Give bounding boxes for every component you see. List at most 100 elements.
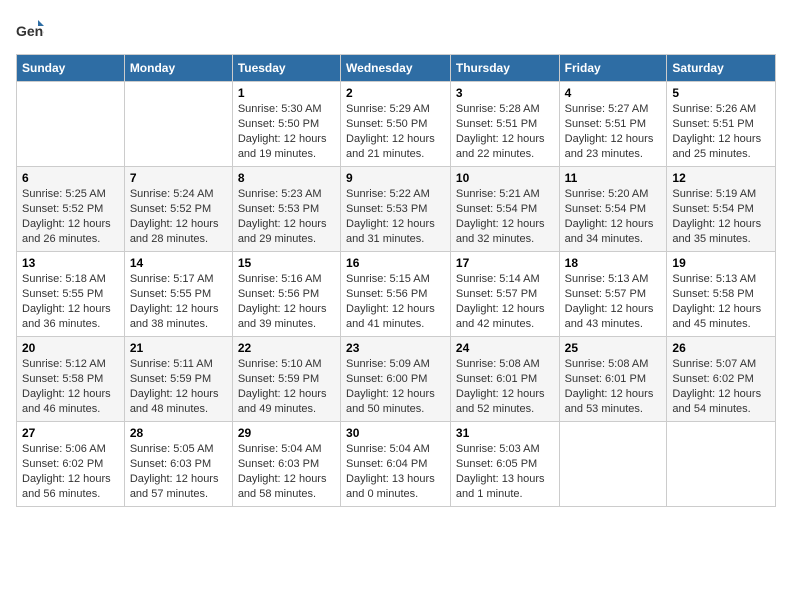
week-row-2: 6 Sunrise: 5:25 AM Sunset: 5:52 PM Daylig…	[17, 167, 776, 252]
day-info: Sunrise: 5:21 AM Sunset: 5:54 PM Dayligh…	[456, 187, 554, 246]
calendar-table: SundayMondayTuesdayWednesdayThursdayFrid…	[16, 54, 776, 507]
day-cell: 12Sunrise: 5:19 AM Sunset: 5:54 PM Dayli…	[667, 167, 776, 252]
day-cell: 27 Sunrise: 5:06 AM Sunset: 6:02 PM Dayli…	[17, 422, 125, 507]
day-info: Sunrise: 5:06 AM Sunset: 6:02 PM Dayligh…	[22, 442, 119, 501]
logo-icon: General	[16, 16, 44, 44]
day-number: 10	[456, 171, 554, 185]
day-cell: 24 Sunrise: 5:08 AM Sunset: 6:01 PM Dayli…	[450, 337, 559, 422]
day-info: Sunrise: 5:16 AM Sunset: 5:56 PM Dayligh…	[238, 272, 335, 331]
day-info: Sunrise: 5:13 AM Sunset: 5:58 PM Dayligh…	[672, 272, 770, 331]
day-info: Sunrise: 5:07 AM Sunset: 6:02 PM Dayligh…	[672, 357, 770, 416]
day-info: Sunrise: 5:14 AM Sunset: 5:57 PM Dayligh…	[456, 272, 554, 331]
day-cell: 23 Sunrise: 5:09 AM Sunset: 6:00 PM Dayli…	[341, 337, 451, 422]
day-cell	[17, 82, 125, 167]
day-number: 21	[130, 341, 227, 355]
day-number: 5	[672, 86, 770, 100]
day-number: 9	[346, 171, 445, 185]
day-cell: 11 Sunrise: 5:20 AM Sunset: 5:54 PM Dayli…	[559, 167, 667, 252]
day-cell: 15 Sunrise: 5:16 AM Sunset: 5:56 PM Dayli…	[232, 252, 340, 337]
day-number: 20	[22, 341, 119, 355]
day-cell: 4 Sunrise: 5:27 AM Sunset: 5:51 PM Daylig…	[559, 82, 667, 167]
day-number: 17	[456, 256, 554, 270]
day-info: Sunrise: 5:25 AM Sunset: 5:52 PM Dayligh…	[22, 187, 119, 246]
day-cell	[667, 422, 776, 507]
week-row-4: 20 Sunrise: 5:12 AM Sunset: 5:58 PM Dayli…	[17, 337, 776, 422]
day-info: Sunrise: 5:20 AM Sunset: 5:54 PM Dayligh…	[565, 187, 662, 246]
page-header: General	[16, 16, 776, 44]
day-number: 27	[22, 426, 119, 440]
day-info: Sunrise: 5:18 AM Sunset: 5:55 PM Dayligh…	[22, 272, 119, 331]
day-info: Sunrise: 5:04 AM Sunset: 6:03 PM Dayligh…	[238, 442, 335, 501]
day-cell: 2 Sunrise: 5:29 AM Sunset: 5:50 PM Daylig…	[341, 82, 451, 167]
day-number: 28	[130, 426, 227, 440]
day-cell: 3Sunrise: 5:28 AM Sunset: 5:51 PM Daylig…	[450, 82, 559, 167]
day-number: 2	[346, 86, 445, 100]
day-number: 7	[130, 171, 227, 185]
day-number: 1	[238, 86, 335, 100]
day-cell: 18 Sunrise: 5:13 AM Sunset: 5:57 PM Dayli…	[559, 252, 667, 337]
day-number: 25	[565, 341, 662, 355]
day-number: 23	[346, 341, 445, 355]
day-number: 16	[346, 256, 445, 270]
day-cell: 13 Sunrise: 5:18 AM Sunset: 5:55 PM Dayli…	[17, 252, 125, 337]
day-info: Sunrise: 5:22 AM Sunset: 5:53 PM Dayligh…	[346, 187, 445, 246]
day-number: 14	[130, 256, 227, 270]
day-info: Sunrise: 5:28 AM Sunset: 5:51 PM Dayligh…	[456, 102, 554, 161]
day-info: Sunrise: 5:30 AM Sunset: 5:50 PM Dayligh…	[238, 102, 335, 161]
day-cell: 29 Sunrise: 5:04 AM Sunset: 6:03 PM Dayli…	[232, 422, 340, 507]
day-cell: 8Sunrise: 5:23 AM Sunset: 5:53 PM Daylig…	[232, 167, 340, 252]
logo: General	[16, 16, 46, 44]
day-number: 18	[565, 256, 662, 270]
header-thursday: Thursday	[450, 55, 559, 82]
day-info: Sunrise: 5:11 AM Sunset: 5:59 PM Dayligh…	[130, 357, 227, 416]
day-info: Sunrise: 5:27 AM Sunset: 5:51 PM Dayligh…	[565, 102, 662, 161]
day-cell	[124, 82, 232, 167]
day-cell: 28 Sunrise: 5:05 AM Sunset: 6:03 PM Dayli…	[124, 422, 232, 507]
day-info: Sunrise: 5:05 AM Sunset: 6:03 PM Dayligh…	[130, 442, 227, 501]
header-sunday: Sunday	[17, 55, 125, 82]
day-info: Sunrise: 5:09 AM Sunset: 6:00 PM Dayligh…	[346, 357, 445, 416]
day-number: 4	[565, 86, 662, 100]
day-number: 11	[565, 171, 662, 185]
day-number: 26	[672, 341, 770, 355]
day-cell: 10 Sunrise: 5:21 AM Sunset: 5:54 PM Dayli…	[450, 167, 559, 252]
day-number: 24	[456, 341, 554, 355]
day-info: Sunrise: 5:24 AM Sunset: 5:52 PM Dayligh…	[130, 187, 227, 246]
week-row-3: 13 Sunrise: 5:18 AM Sunset: 5:55 PM Dayli…	[17, 252, 776, 337]
day-number: 29	[238, 426, 335, 440]
day-cell: 17 Sunrise: 5:14 AM Sunset: 5:57 PM Dayli…	[450, 252, 559, 337]
day-info: Sunrise: 5:08 AM Sunset: 6:01 PM Dayligh…	[565, 357, 662, 416]
day-number: 30	[346, 426, 445, 440]
day-info: Sunrise: 5:04 AM Sunset: 6:04 PM Dayligh…	[346, 442, 445, 501]
day-info: Sunrise: 5:08 AM Sunset: 6:01 PM Dayligh…	[456, 357, 554, 416]
header-saturday: Saturday	[667, 55, 776, 82]
day-cell: 7 Sunrise: 5:24 AM Sunset: 5:52 PM Daylig…	[124, 167, 232, 252]
day-info: Sunrise: 5:10 AM Sunset: 5:59 PM Dayligh…	[238, 357, 335, 416]
day-number: 8	[238, 171, 335, 185]
day-info: Sunrise: 5:13 AM Sunset: 5:57 PM Dayligh…	[565, 272, 662, 331]
week-row-1: 1 Sunrise: 5:30 AM Sunset: 5:50 PM Daylig…	[17, 82, 776, 167]
header-row: SundayMondayTuesdayWednesdayThursdayFrid…	[17, 55, 776, 82]
day-cell: 5Sunrise: 5:26 AM Sunset: 5:51 PM Daylig…	[667, 82, 776, 167]
day-number: 19	[672, 256, 770, 270]
day-cell: 22 Sunrise: 5:10 AM Sunset: 5:59 PM Dayli…	[232, 337, 340, 422]
day-number: 31	[456, 426, 554, 440]
day-info: Sunrise: 5:12 AM Sunset: 5:58 PM Dayligh…	[22, 357, 119, 416]
day-number: 12	[672, 171, 770, 185]
day-cell: 31Sunrise: 5:03 AM Sunset: 6:05 PM Dayli…	[450, 422, 559, 507]
header-monday: Monday	[124, 55, 232, 82]
day-cell: 25 Sunrise: 5:08 AM Sunset: 6:01 PM Dayli…	[559, 337, 667, 422]
day-info: Sunrise: 5:17 AM Sunset: 5:55 PM Dayligh…	[130, 272, 227, 331]
day-number: 13	[22, 256, 119, 270]
day-number: 6	[22, 171, 119, 185]
calendar-body: 1 Sunrise: 5:30 AM Sunset: 5:50 PM Daylig…	[17, 82, 776, 507]
day-cell: 26 Sunrise: 5:07 AM Sunset: 6:02 PM Dayli…	[667, 337, 776, 422]
day-cell: 16Sunrise: 5:15 AM Sunset: 5:56 PM Dayli…	[341, 252, 451, 337]
header-wednesday: Wednesday	[341, 55, 451, 82]
day-cell: 30 Sunrise: 5:04 AM Sunset: 6:04 PM Dayli…	[341, 422, 451, 507]
day-cell: 20 Sunrise: 5:12 AM Sunset: 5:58 PM Dayli…	[17, 337, 125, 422]
day-number: 22	[238, 341, 335, 355]
day-number: 15	[238, 256, 335, 270]
day-cell: 1 Sunrise: 5:30 AM Sunset: 5:50 PM Daylig…	[232, 82, 340, 167]
day-info: Sunrise: 5:29 AM Sunset: 5:50 PM Dayligh…	[346, 102, 445, 161]
